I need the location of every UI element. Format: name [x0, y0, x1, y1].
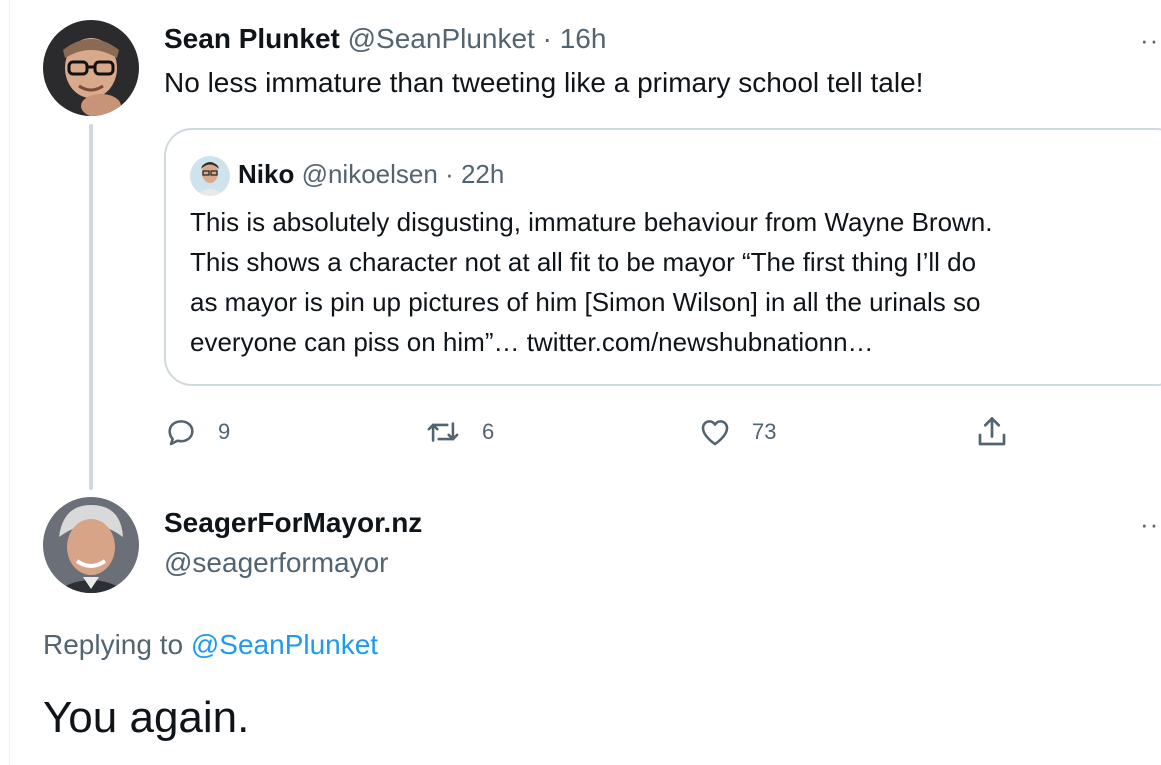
retweet-icon	[427, 422, 459, 442]
author-name[interactable]: Sean Plunket	[164, 23, 340, 54]
thread-connector-line	[89, 124, 93, 490]
heart-icon	[701, 420, 729, 446]
like-count: 73	[752, 419, 777, 444]
author-handle[interactable]: @seagerformayor	[164, 546, 389, 580]
reply-button[interactable]: 9	[164, 414, 230, 450]
tweet-text: No less immature than tweeting like a pr…	[164, 67, 924, 98]
tweet-text: You again.	[43, 693, 250, 742]
quoted-header-separator: ·	[445, 159, 454, 189]
header-separator: ·	[542, 23, 552, 54]
quoted-text-line: This is absolutely disgusting, immature …	[190, 207, 993, 237]
replying-to-link[interactable]: @SeanPlunket	[191, 629, 378, 660]
share-button[interactable]	[974, 414, 1010, 450]
more-options-icon[interactable]: ··	[1140, 27, 1159, 53]
tweet-header: Sean Plunket @SeanPlunket · 16h	[164, 22, 606, 56]
like-button[interactable]: 73	[698, 414, 776, 450]
replying-prefix: Replying to	[43, 629, 184, 660]
author-handle[interactable]: @SeanPlunket	[348, 23, 535, 54]
share-icon	[978, 417, 1006, 446]
quoted-tweet-text: This is absolutely disgusting, immature …	[190, 202, 1161, 362]
retweet-count: 6	[482, 419, 495, 444]
reply-count: 9	[218, 419, 231, 444]
quoted-author-name[interactable]: Niko	[238, 159, 294, 189]
quoted-tweet-timestamp[interactable]: 22h	[461, 159, 504, 189]
more-options-icon[interactable]: ··	[1140, 511, 1159, 537]
avatar-sean-plunket[interactable]	[43, 20, 139, 116]
reply-icon	[168, 420, 194, 446]
column-border	[9, 0, 10, 765]
quoted-text-line: as mayor is pin up pictures of him [Simo…	[190, 287, 981, 317]
quoted-tweet-card[interactable]: Niko @nikoelsen · 22h This is absolutely…	[164, 128, 1161, 386]
retweet-button[interactable]: 6	[424, 414, 494, 450]
quoted-tweet-header: Niko @nikoelsen · 22h	[238, 158, 504, 190]
author-name[interactable]: SeagerForMayor.nz	[164, 506, 422, 540]
quoted-author-handle[interactable]: @nikoelsen	[302, 159, 438, 189]
tweet-timestamp[interactable]: 16h	[560, 23, 607, 54]
avatar-seager-for-mayor[interactable]	[43, 497, 139, 593]
avatar-niko[interactable]	[190, 156, 230, 196]
quoted-text-line: everyone can piss on him”… twitter.com/n…	[190, 327, 874, 357]
quoted-text-line: This shows a character not at all fit to…	[190, 247, 977, 277]
replying-to: Replying to @SeanPlunket	[43, 628, 378, 662]
